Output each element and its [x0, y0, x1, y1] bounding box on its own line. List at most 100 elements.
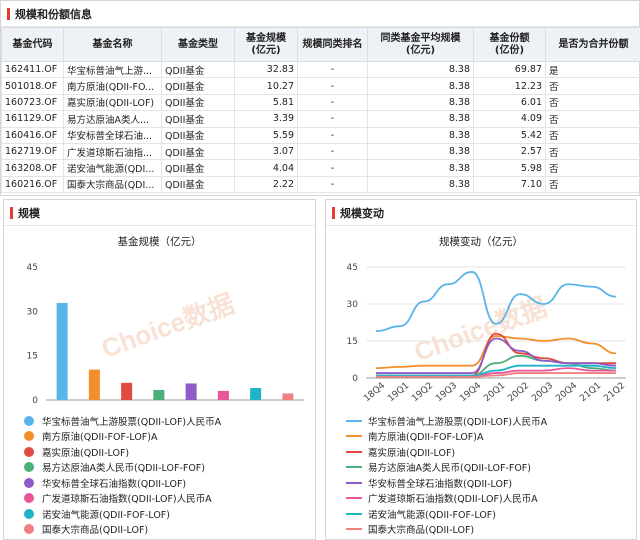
table-row[interactable]: 161129.OF 易方达原油A类人... QDII基金 3.39-8.38 4.09 否: [1, 110, 640, 128]
column-header[interactable]: 基金类型: [161, 27, 235, 62]
legend-item[interactable]: 易方达原油A类人民币(QDII-LOF-FOF): [24, 460, 221, 476]
legend-label: 广发道琼斯石油指数(QDII-LOF)人民币A: [42, 494, 212, 506]
column-header[interactable]: 基金规模 (亿元): [234, 27, 298, 62]
bar: [121, 382, 133, 400]
x-tick-label: 19Q1: [386, 381, 411, 404]
bar: [88, 369, 100, 400]
legend-label: 易方达原油A类人民币(QDII-LOF-FOF): [42, 463, 205, 475]
legend-item[interactable]: 南方原油(QDII-FOF-LOF)A: [346, 429, 547, 445]
table-cell: 4.09: [473, 110, 546, 128]
legend-item[interactable]: 国泰大宗商品(QDII-LOF): [24, 522, 221, 538]
column-header[interactable]: 基金名称: [63, 27, 162, 62]
legend-item[interactable]: 国泰大宗商品(QDII-LOF): [346, 522, 547, 538]
legend-item[interactable]: 诺安油气能源(QDII-FOF-LOF): [24, 506, 221, 522]
x-tick-label: 19Q2: [410, 381, 435, 404]
table-cell: 否: [545, 175, 640, 194]
table-cell: 5.98: [473, 159, 546, 177]
line-chart-legend: 华宝标普油气上游股票(QDII-LOF)人民币A 南方原油(QDII-FOF-LO…: [346, 413, 547, 537]
table-row[interactable]: 163208.OF 诺安油气能源(QDI... QDII基金 4.04-8.38 5.9…: [1, 159, 640, 177]
legend-item[interactable]: 广发道琼斯石油指数(QDII-LOF)人民币A: [24, 491, 221, 507]
table-cell: 否: [545, 93, 640, 112]
legend-item[interactable]: 华安标普全球石油指数(QDII-LOF): [24, 475, 221, 491]
column-header[interactable]: 同类基金平均规模 (亿元): [367, 27, 474, 62]
table-cell: 易方达原油A类人...: [63, 110, 162, 128]
x-tick-label: 19Q4: [458, 381, 483, 404]
legend-swatch: [24, 415, 34, 426]
table-cell: -: [297, 175, 368, 194]
scale-share-title: 规模和份额信息: [15, 7, 92, 21]
legend-swatch: [346, 435, 362, 438]
table-cell: -: [297, 126, 368, 144]
table-cell: 华宝标普油气上游...: [63, 60, 162, 79]
legend-item[interactable]: 华宝标普油气上游股票(QDII-LOF)人民币A: [24, 413, 221, 429]
table-cell: QDII基金: [161, 93, 235, 112]
scale-share-panel: 规模和份额信息 基金代码 基金名称 基金类型 基金规模 (亿元) 规模同类排名 同类基金平均…: [0, 0, 640, 196]
legend-label: 华安标普全球石油指数(QDII-LOF): [368, 478, 513, 490]
table-cell: 501018.OF: [1, 77, 64, 95]
table-cell: 8.38: [367, 159, 474, 177]
legend-item[interactable]: 广发道琼斯石油指数(QDII-LOF)人民币A: [346, 491, 547, 507]
legend-item[interactable]: 华宝标普油气上游股票(QDII-LOF)人民币A: [346, 413, 547, 429]
table-row[interactable]: 162719.OF 广发道琼斯石油指... QDII基金 3.07-8.38 2.57 否: [1, 142, 640, 161]
legend-swatch: [24, 462, 34, 473]
table-cell: 嘉实原油(QDII-LOF): [63, 93, 162, 112]
legend-swatch: [346, 497, 362, 500]
table-cell: 2.57: [473, 142, 546, 161]
legend-item[interactable]: 南方原油(QDII-FOF-LOF)A: [24, 429, 221, 445]
header-accent: [7, 7, 10, 20]
table-cell: 5.42: [473, 126, 546, 144]
table-cell: -: [297, 60, 368, 79]
table-cell: QDII基金: [161, 175, 235, 194]
table-cell: 3.39: [234, 110, 298, 128]
table-cell: 3.07: [234, 142, 298, 161]
table-cell: QDII基金: [161, 142, 235, 161]
legend-item[interactable]: 易方达原油A类人民币(QDII-LOF-FOF): [346, 460, 547, 476]
y-tick-label: 30: [347, 300, 359, 310]
table-cell: -: [297, 93, 368, 112]
legend-label: 华宝标普油气上游股票(QDII-LOF)人民币A: [368, 416, 548, 428]
column-header[interactable]: 规模同类排名: [297, 27, 368, 62]
legend-label: 南方原油(QDII-FOF-LOF)A: [42, 432, 158, 444]
legend-label: 嘉实原油(QDII-LOF): [42, 447, 130, 459]
table-cell: 8.38: [367, 142, 474, 161]
table-row[interactable]: 160416.OF 华安标普全球石油... QDII基金 5.59-8.38 5.42 否: [1, 126, 640, 144]
table-cell: 南方原油(QDII-FO...: [63, 77, 162, 95]
legend-swatch: [346, 450, 362, 453]
x-tick-label: 18Q4: [362, 381, 387, 404]
table-row[interactable]: 501018.OF 南方原油(QDII-FO... QDII基金 10.27-8.38…: [1, 77, 640, 95]
table-cell: 8.38: [367, 60, 474, 79]
legend-label: 诺安油气能源(QDII-FOF-LOF): [42, 509, 170, 521]
table-row[interactable]: 160723.OF 嘉实原油(QDII-LOF) QDII基金 5.81-8.38 6.…: [1, 93, 640, 112]
table-cell: 否: [545, 159, 640, 177]
table-row[interactable]: 162411.OF 华宝标普油气上游... QDII基金 32.83-8.38 69.8…: [1, 60, 640, 79]
column-header[interactable]: 基金代码: [1, 27, 64, 62]
bar: [282, 393, 294, 400]
y-tick-label: 15: [347, 337, 358, 347]
y-tick-label: 45: [27, 263, 38, 273]
table-cell: 8.38: [367, 77, 474, 95]
legend-swatch: [24, 431, 34, 442]
bar: [250, 388, 262, 400]
legend-swatch: [346, 466, 362, 469]
column-header[interactable]: 是否为合并份额: [545, 27, 640, 62]
legend-swatch: [346, 528, 362, 531]
x-tick-label: 20Q4: [554, 381, 579, 404]
legend-swatch: [24, 508, 34, 519]
table-cell: 否: [545, 77, 640, 95]
legend-item[interactable]: 嘉实原油(QDII-LOF): [346, 444, 547, 460]
x-tick-label: 19Q3: [434, 381, 459, 404]
table-cell: 163208.OF: [1, 159, 64, 177]
legend-item[interactable]: 嘉实原油(QDII-LOF): [24, 444, 221, 460]
legend-item[interactable]: 诺安油气能源(QDII-FOF-LOF): [346, 506, 547, 522]
bar: [153, 389, 165, 400]
legend-item[interactable]: 华安标普全球石油指数(QDII-LOF): [346, 475, 547, 491]
scale-share-header: 规模和份额信息: [1, 1, 639, 27]
table-row[interactable]: 160216.OF 国泰大宗商品(QDI... QDII基金 2.22-8.38 7.1…: [1, 175, 640, 194]
table-cell: -: [297, 142, 368, 161]
table-cell: 否: [545, 126, 640, 144]
y-tick-label: 0: [32, 396, 38, 406]
column-header[interactable]: 基金份额 (亿份): [473, 27, 546, 62]
table-cell: 4.04: [234, 159, 298, 177]
x-tick-label: 20Q1: [482, 381, 507, 404]
table-cell: QDII基金: [161, 126, 235, 144]
